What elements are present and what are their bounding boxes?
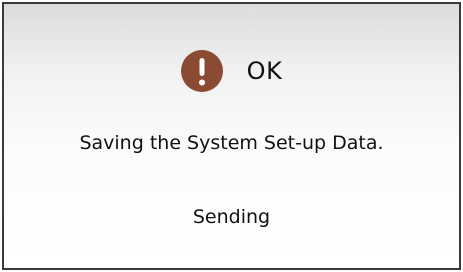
dialog-title: OK [246,57,283,85]
save-dialog: OK Saving the System Set-up Data. Sendin… [2,2,461,270]
dialog-message: Saving the System Set-up Data. [79,132,384,154]
dialog-header: OK [4,50,459,92]
exclamation-icon [180,50,223,92]
status-text: Sending [192,206,271,228]
